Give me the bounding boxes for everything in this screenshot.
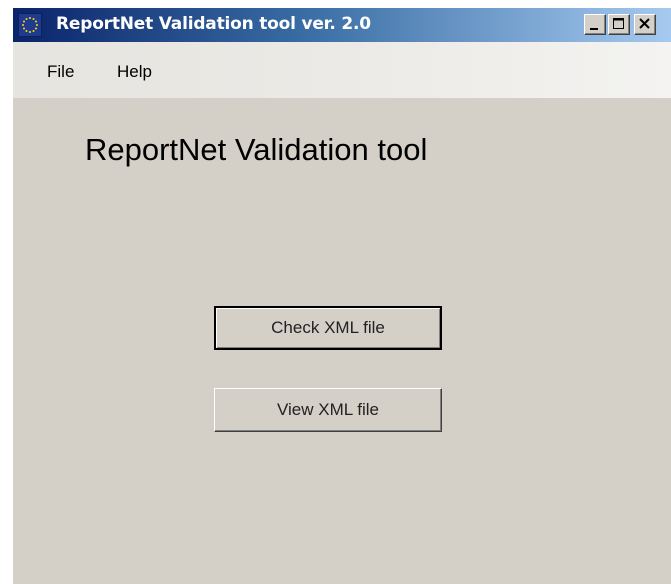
menu-help[interactable]: Help	[117, 62, 152, 82]
minimize-icon	[590, 28, 598, 30]
view-xml-button[interactable]: View XML file	[214, 388, 442, 432]
title-bar[interactable]: ReportNet Validation tool ver. 2.0	[13, 8, 671, 42]
menu-bar: File Help	[13, 42, 671, 98]
app-window: ReportNet Validation tool ver. 2.0 File …	[12, 8, 671, 584]
menu-file[interactable]: File	[47, 62, 74, 82]
window-title: ReportNet Validation tool ver. 2.0	[56, 14, 371, 34]
maximize-button[interactable]	[608, 14, 630, 35]
close-button[interactable]	[634, 14, 656, 35]
minimize-button[interactable]	[584, 14, 606, 35]
eu-stars-icon[interactable]	[18, 13, 42, 37]
page-title: ReportNet Validation tool	[85, 132, 428, 167]
maximize-icon	[613, 18, 624, 29]
check-xml-button[interactable]: Check XML file	[214, 306, 442, 350]
close-icon	[639, 18, 650, 29]
